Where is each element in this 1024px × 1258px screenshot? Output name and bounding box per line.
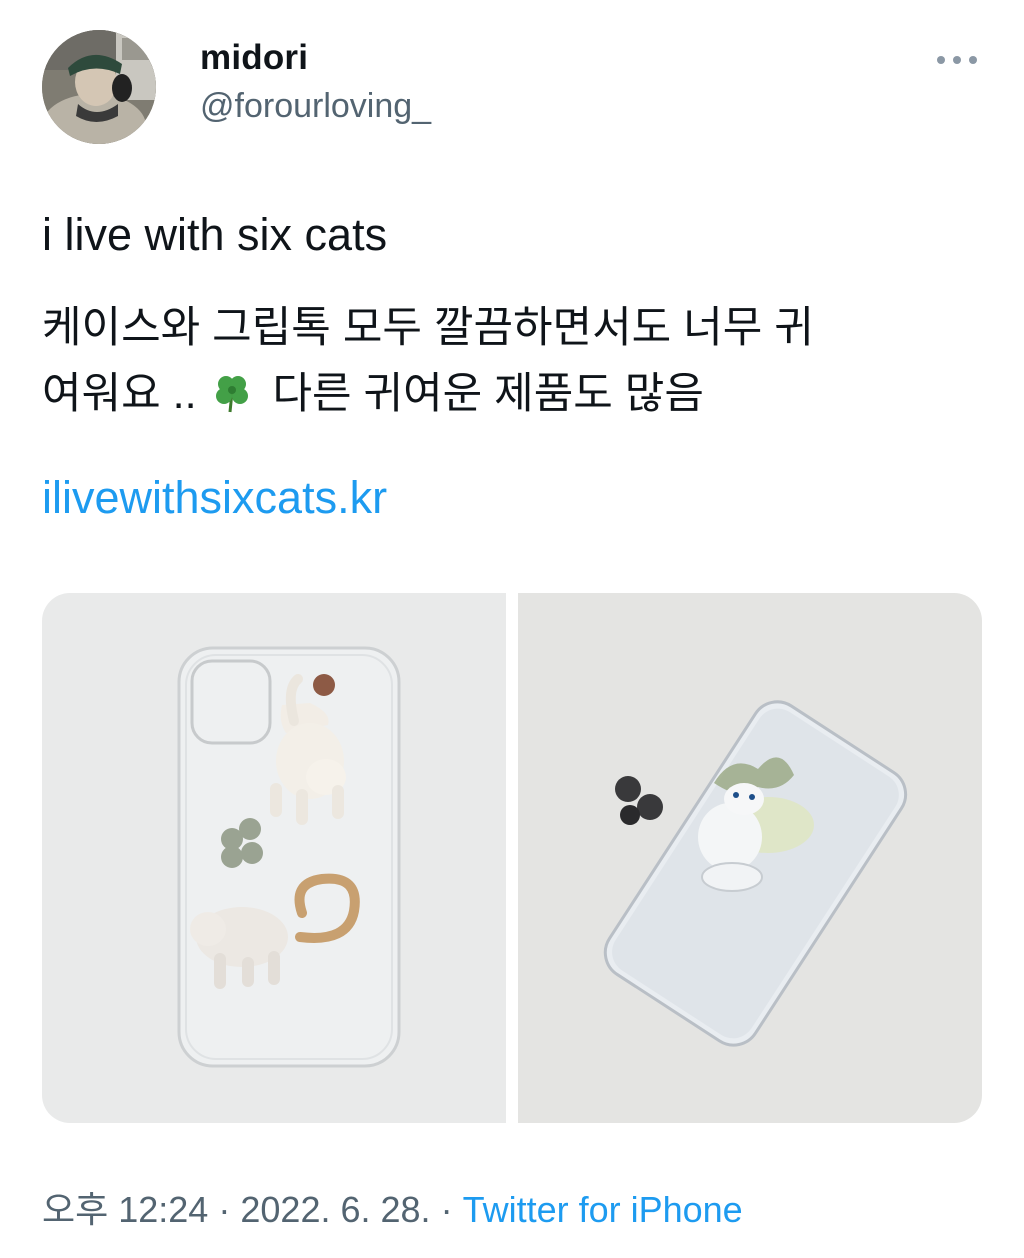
tweet-meta: 오후 12:24 · 2022. 6. 28. · Twitter for iP… — [42, 1188, 743, 1232]
more-horizontal-icon[interactable] — [934, 50, 980, 70]
tweet-source[interactable]: Twitter for iPhone — [463, 1189, 743, 1230]
avatar[interactable] — [42, 30, 156, 144]
meta-separator: · — [218, 1189, 231, 1230]
tweet-text-korean-1: 케이스와 그립톡 모두 깔끔하면서도 너무 귀 — [42, 304, 814, 352]
tweet-text-korean-3: 다른 귀여운 제품도 많음 — [272, 370, 704, 418]
media-photo-phone-case[interactable] — [42, 593, 506, 1123]
media-grid — [42, 593, 982, 1123]
display-name[interactable]: midori — [200, 36, 431, 80]
tweet-date[interactable]: 2022. 6. 28. — [240, 1189, 430, 1230]
tweet-link[interactable]: ilivewithsixcats.kr — [42, 468, 387, 528]
tweet-text-line-2: 케이스와 그립톡 모두 깔끔하면서도 너무 귀 여워요 .. 다른 귀여운 제품… — [42, 295, 982, 433]
four-leaf-clover-icon — [210, 367, 254, 433]
tweet-text: i live with six cats 케이스와 그립톡 모두 깔끔하면서도 … — [42, 205, 982, 433]
user-handle[interactable]: @forourloving_ — [200, 84, 431, 128]
tweet-text-line-1: i live with six cats — [42, 209, 388, 260]
author-names: midori @forourloving_ — [200, 36, 431, 128]
meta-separator: · — [440, 1189, 453, 1230]
tweet-text-korean-2: 여워요 .. — [42, 370, 197, 418]
media-photo-grip-phone[interactable] — [518, 593, 982, 1123]
tweet-time[interactable]: 오후 12:24 — [42, 1189, 208, 1230]
tweet-header: midori @forourloving_ — [42, 30, 982, 146]
